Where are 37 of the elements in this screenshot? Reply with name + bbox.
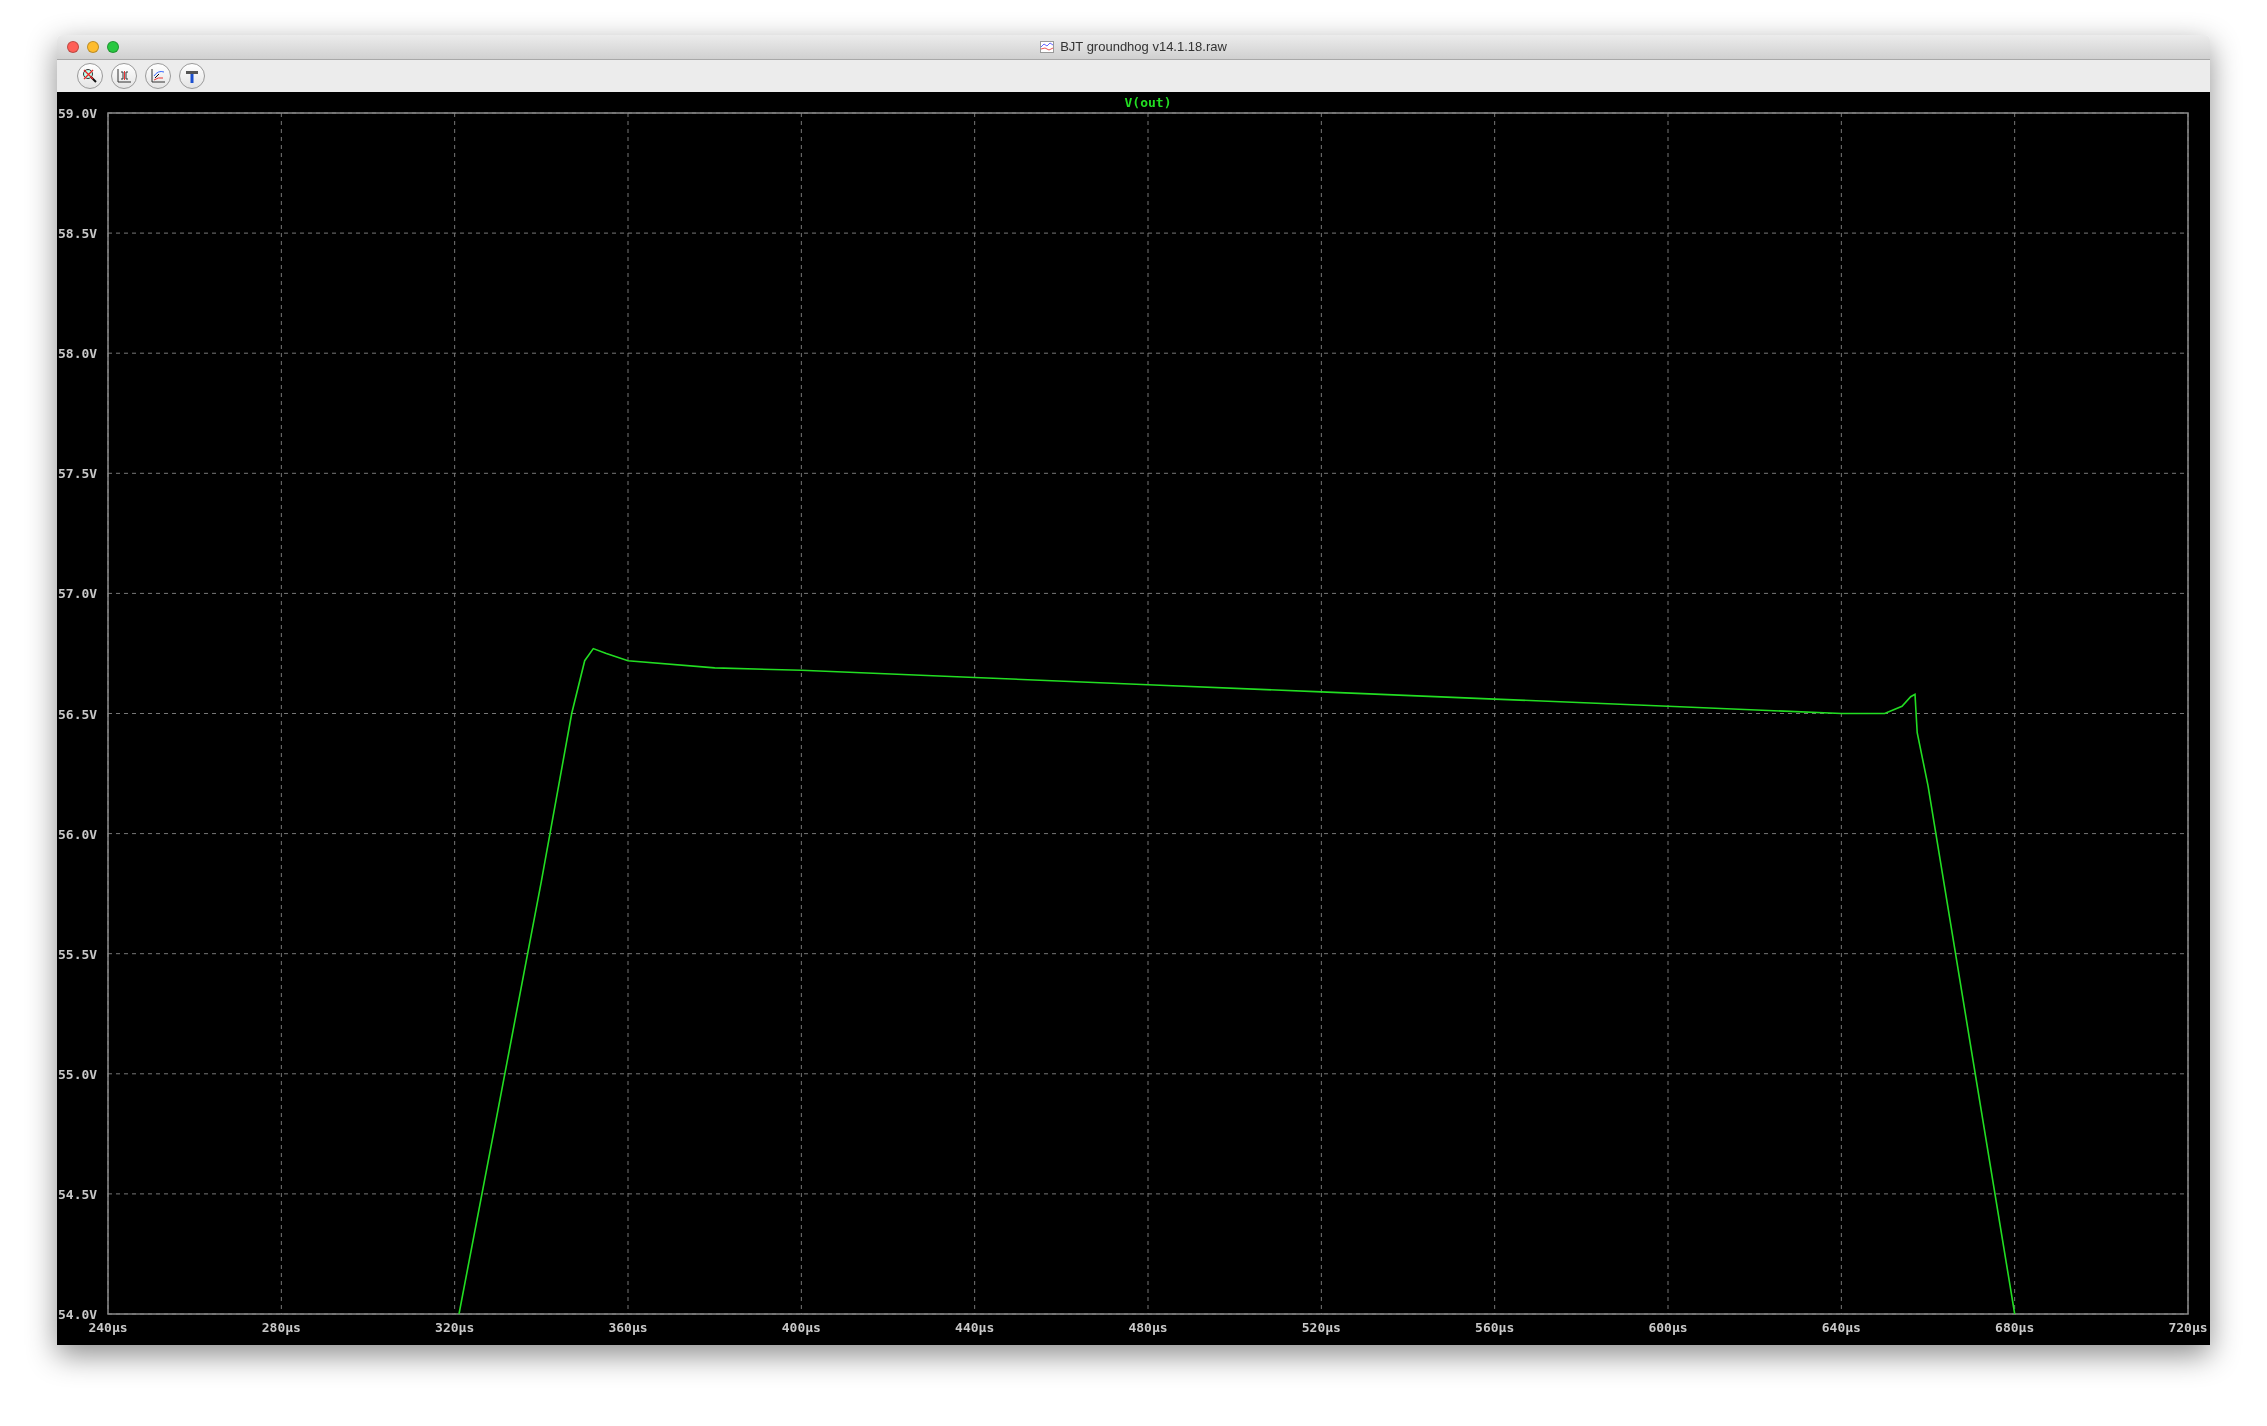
- plot-curve-button[interactable]: [145, 62, 171, 89]
- x-tick-label: 520µs: [1301, 1320, 1341, 1335]
- x-tick-label: 360µs: [608, 1320, 648, 1335]
- x-tick-label: 440µs: [955, 1320, 995, 1335]
- curve-plot-icon: [150, 67, 166, 84]
- axis-bracket-icon: [116, 67, 132, 84]
- y-tick-label: 56.0V: [58, 826, 98, 842]
- x-tick-label: 480µs: [1128, 1320, 1168, 1335]
- hammer-button[interactable]: [179, 62, 205, 89]
- y-tick-label: 58.5V: [58, 226, 98, 242]
- zoom-icon[interactable]: [107, 41, 119, 53]
- x-tick-label: 720µs: [2168, 1320, 2208, 1335]
- y-tick-label: 59.0V: [58, 106, 98, 121]
- x-tick-label: 560µs: [1475, 1320, 1515, 1335]
- x-tick-label: 640µs: [1821, 1320, 1861, 1335]
- x-tick-label: 240µs: [88, 1320, 128, 1335]
- y-tick-label: 57.5V: [58, 466, 98, 482]
- window-title: BJT groundhog v14.1.18.raw: [1060, 39, 1227, 55]
- y-tick-label: 54.5V: [58, 1186, 98, 1202]
- zoom-cancel-button[interactable]: [77, 62, 103, 89]
- close-icon[interactable]: [67, 41, 79, 53]
- chart-icon: [1040, 40, 1055, 53]
- y-tick-label: 58.0V: [58, 346, 98, 362]
- y-tick-label: 54.0V: [58, 1307, 98, 1322]
- y-tick-label: 55.0V: [58, 1066, 98, 1082]
- autorange-button[interactable]: [111, 62, 137, 89]
- x-tick-label: 680µs: [1995, 1320, 2035, 1335]
- x-tick-label: 320µs: [435, 1320, 475, 1335]
- x-tick-label: 400µs: [781, 1320, 821, 1335]
- trace-name: V(out): [1124, 95, 1172, 110]
- y-tick-label: 55.5V: [58, 946, 98, 962]
- minimize-icon[interactable]: [87, 41, 99, 53]
- x-tick-label: 600µs: [1648, 1320, 1688, 1335]
- x-tick-label: 280µs: [261, 1320, 301, 1335]
- crossed-magnifier-icon: [82, 67, 98, 84]
- y-tick-label: 57.0V: [58, 586, 98, 602]
- y-tick-label: 56.5V: [58, 706, 98, 722]
